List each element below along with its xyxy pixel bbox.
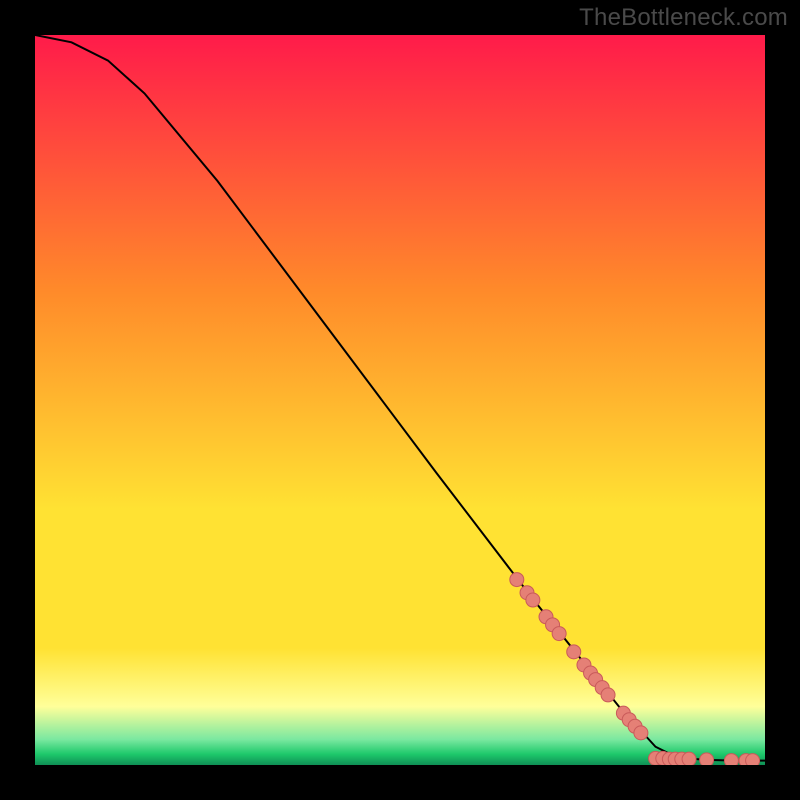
data-point	[746, 754, 760, 765]
chart-svg	[35, 35, 765, 765]
data-point	[567, 645, 581, 659]
attribution-label: TheBottleneck.com	[579, 4, 788, 32]
data-point	[700, 753, 714, 765]
data-point	[510, 573, 524, 587]
data-point	[682, 752, 696, 765]
data-point	[724, 754, 738, 765]
chart-frame: TheBottleneck.com	[0, 0, 800, 800]
data-point	[526, 593, 540, 607]
data-point	[552, 627, 566, 641]
gradient-background	[35, 35, 765, 765]
data-point	[634, 726, 648, 740]
data-point	[601, 688, 615, 702]
plot-area	[35, 35, 765, 765]
